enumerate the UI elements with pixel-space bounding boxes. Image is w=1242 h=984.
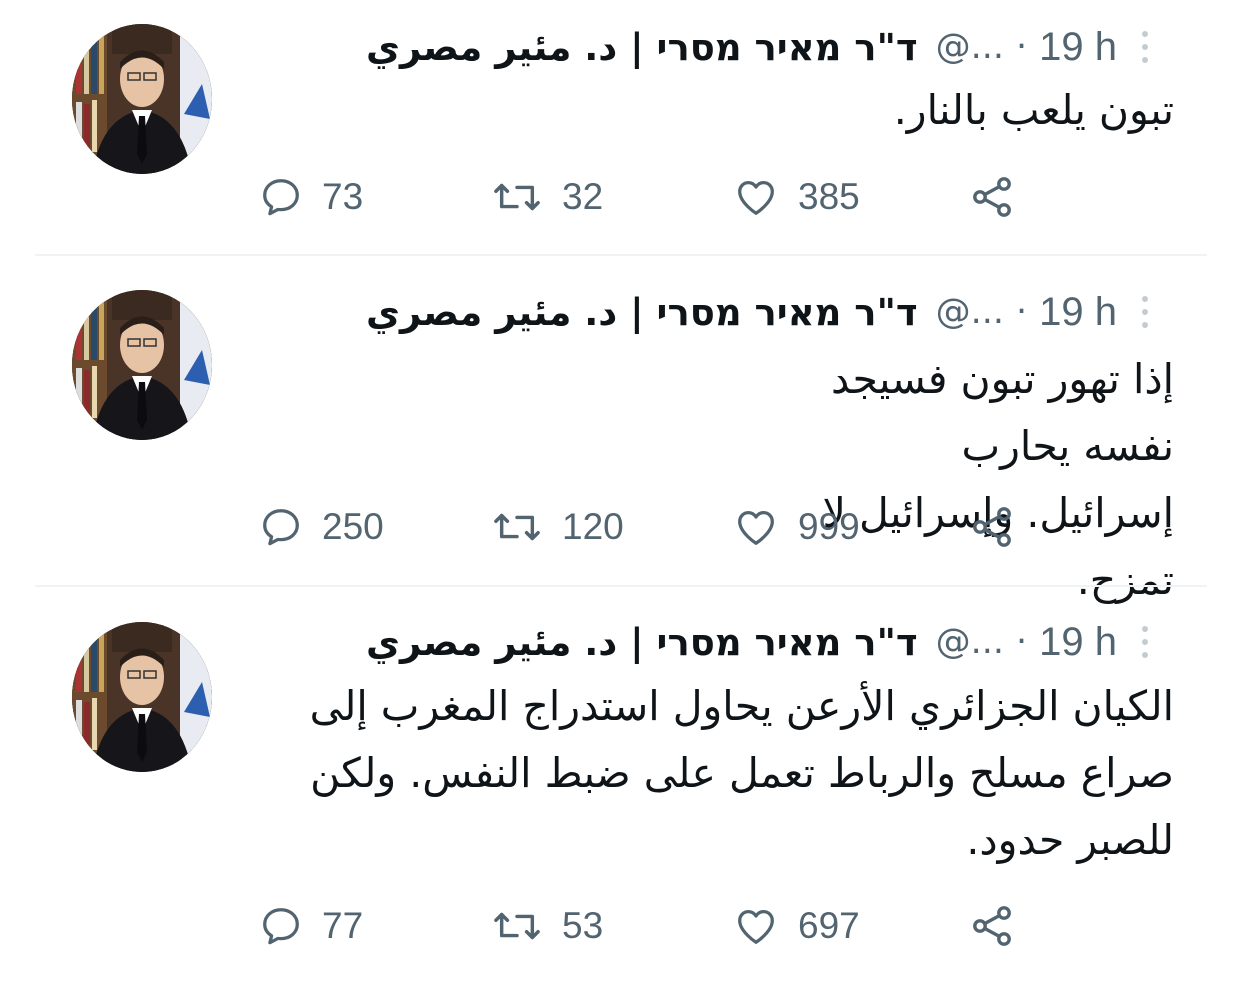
like-count: 385: [798, 176, 860, 217]
user-handle[interactable]: @...: [936, 622, 1004, 662]
share-icon: [973, 507, 1011, 547]
retweet-count: 120: [562, 506, 624, 547]
tweet-actions: 73 32 385: [0, 167, 1242, 227]
tweet-text: الكيان الجزائري الأرعن يحاول استدراج الم…: [309, 682, 1174, 864]
display-name[interactable]: ד"ר מאיר מסרי | د. مئير مصري: [366, 621, 918, 664]
tweet[interactable]: ד"ר מאיר מסרי | د. مئير مصري @... · 19 h…: [0, 256, 1242, 604]
tweet-header: ד"ר מאיר מסרי | د. مئير مصري @... · 19 h: [255, 17, 1155, 77]
more-vertical-icon[interactable]: [1135, 27, 1155, 67]
retweet-button[interactable]: 32: [490, 167, 603, 227]
display-name[interactable]: ד"ר מאיר מסרי | د. مئير مصري: [366, 26, 918, 69]
reply-count: 73: [322, 176, 364, 217]
retweet-button[interactable]: 120: [490, 497, 624, 557]
tweet-text: تبون يلعب بالنار.: [893, 86, 1174, 134]
tweet[interactable]: ד"ר מאיר מסרי | د. مئير مصري @... · 19 h…: [0, 588, 1242, 984]
reply-icon: [263, 908, 299, 945]
retweet-count: 32: [562, 176, 604, 217]
separator-dot: ·: [1016, 292, 1028, 332]
avatar[interactable]: [72, 24, 212, 174]
reply-icon: [263, 179, 299, 216]
share-button[interactable]: [968, 497, 1034, 557]
reply-button[interactable]: 77: [258, 896, 363, 956]
share-button[interactable]: [968, 896, 1034, 956]
share-icon: [973, 906, 1011, 946]
divider: [35, 585, 1207, 587]
tweet-text: إذا تهور تبون فسيجد نفسه يحارب إسرائيل. …: [822, 355, 1174, 604]
timestamp[interactable]: 19 h: [1039, 290, 1117, 335]
heart-icon: [738, 510, 774, 545]
tweet[interactable]: ד"ר מאיר מסרי | د. مئير مصري @... · 19 h…: [0, 0, 1242, 255]
retweet-icon: [494, 912, 540, 940]
like-count: 697: [798, 905, 860, 946]
user-handle[interactable]: @...: [936, 27, 1004, 67]
retweet-icon: [494, 183, 540, 211]
like-count: 999: [798, 506, 860, 547]
tweet-actions: 250 120 999: [0, 497, 1242, 557]
timestamp[interactable]: 19 h: [1039, 25, 1117, 70]
heart-icon: [738, 180, 774, 215]
reply-count: 250: [322, 506, 384, 547]
timestamp[interactable]: 19 h: [1039, 620, 1117, 665]
reply-icon: [263, 509, 299, 546]
heart-icon: [738, 909, 774, 944]
share-button[interactable]: [968, 167, 1034, 227]
retweet-button[interactable]: 53: [490, 896, 603, 956]
like-button[interactable]: 999: [732, 497, 860, 557]
tweet-actions: 77 53 697: [0, 896, 1242, 956]
separator-dot: ·: [1016, 27, 1028, 67]
separator-dot: ·: [1016, 622, 1028, 662]
avatar[interactable]: [72, 622, 212, 772]
share-icon: [973, 177, 1011, 217]
tweet-header: ד"ר מאיר מסרי | د. مئير مصري @... · 19 h: [255, 282, 1155, 342]
user-handle[interactable]: @...: [936, 292, 1004, 332]
like-button[interactable]: 697: [732, 896, 860, 956]
more-vertical-icon[interactable]: [1135, 622, 1155, 662]
retweet-icon: [494, 513, 540, 541]
reply-button[interactable]: 73: [258, 167, 363, 227]
display-name[interactable]: ד"ר מאיר מסרי | د. مئير مصري: [366, 291, 918, 334]
retweet-count: 53: [562, 905, 604, 946]
tweet-header: ד"ר מאיר מסרי | د. مئير مصري @... · 19 h: [255, 612, 1155, 672]
like-button[interactable]: 385: [732, 167, 860, 227]
avatar[interactable]: [72, 290, 212, 440]
reply-count: 77: [322, 905, 364, 946]
more-vertical-icon[interactable]: [1135, 292, 1155, 332]
reply-button[interactable]: 250: [258, 497, 384, 557]
